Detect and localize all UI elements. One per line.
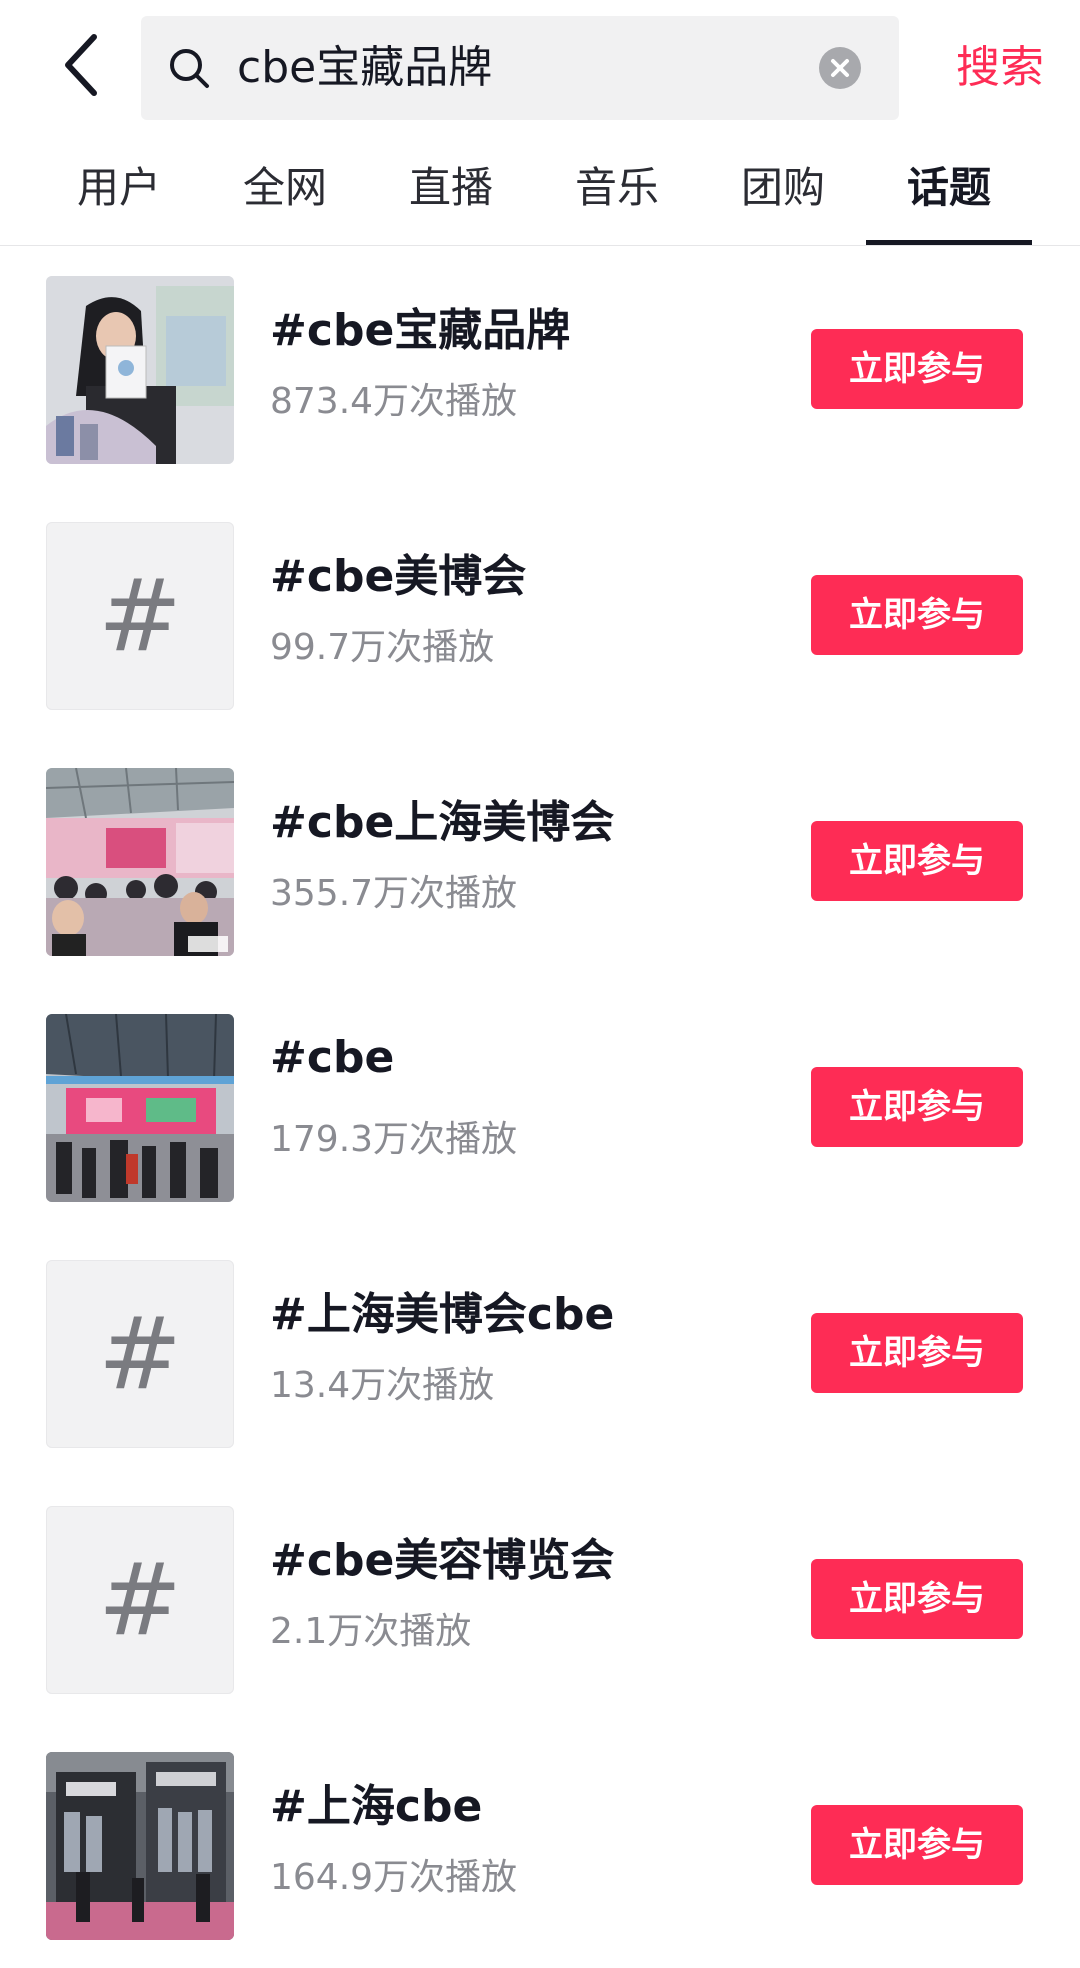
topic-title: #cbe美博会 [270, 551, 527, 602]
result-tabs: 用户 全网 直播 音乐 团购 话题 [0, 135, 1080, 246]
tab-music[interactable]: 音乐 [534, 135, 700, 245]
join-topic-button[interactable]: 立即参与 [811, 575, 1023, 655]
close-icon [831, 59, 849, 77]
search-query-text[interactable]: cbe宝藏品牌 [237, 16, 797, 120]
tab-live[interactable]: 直播 [368, 135, 534, 245]
join-topic-button[interactable]: 立即参与 [811, 821, 1023, 901]
topic-row[interactable]: #cbe上海美博会 355.7万次播放 立即参与 [0, 738, 1080, 984]
topic-row[interactable]: #上海cbe 164.9万次播放 立即参与 [0, 1722, 1080, 1968]
topic-row[interactable]: #cbe 179.3万次播放 立即参与 [0, 984, 1080, 1230]
join-topic-button[interactable]: 立即参与 [811, 1067, 1023, 1147]
search-icon [170, 49, 209, 88]
topic-thumbnail [46, 276, 234, 464]
topic-title: #上海cbe [270, 1781, 483, 1832]
tab-all[interactable]: 全网 [202, 135, 368, 245]
hashtag-icon: # [98, 557, 182, 674]
topic-title: #cbe美容博览会 [270, 1535, 615, 1586]
tab-label: 话题 [906, 163, 991, 212]
join-topic-button[interactable]: 立即参与 [811, 1805, 1023, 1885]
topic-title: #上海美博会cbe [270, 1289, 615, 1340]
topic-play-count: 179.3万次播放 [270, 1119, 518, 1160]
topic-thumbnail [46, 1752, 234, 1940]
hashtag-icon: # [98, 1295, 182, 1412]
join-topic-button[interactable]: 立即参与 [811, 329, 1023, 409]
search-header: cbe宝藏品牌 搜索 [0, 0, 1080, 135]
topic-title: #cbe宝藏品牌 [270, 305, 571, 356]
tab-label: 全网 [242, 163, 327, 212]
tab-label: 直播 [408, 163, 493, 212]
search-input[interactable]: cbe宝藏品牌 [141, 16, 899, 120]
back-button[interactable] [48, 30, 112, 100]
search-button[interactable]: 搜索 [940, 16, 1060, 120]
topic-play-count: 164.9万次播放 [270, 1857, 518, 1898]
hashtag-thumbnail: # [46, 1506, 234, 1694]
topic-play-count: 99.7万次播放 [270, 627, 495, 668]
tab-label: 音乐 [574, 163, 659, 212]
topic-play-count: 2.1万次播放 [270, 1611, 472, 1652]
topic-thumbnail [46, 1014, 234, 1202]
topic-list: #cbe宝藏品牌 873.4万次播放 立即参与 # #cbe美博会 99.7万次… [0, 246, 1080, 1940]
topic-row[interactable]: # #cbe美博会 99.7万次播放 立即参与 [0, 492, 1080, 738]
topic-row[interactable]: # #cbe美容博览会 2.1万次播放 立即参与 [0, 1476, 1080, 1722]
tab-label: 团购 [740, 163, 825, 212]
join-topic-button[interactable]: 立即参与 [811, 1559, 1023, 1639]
topic-thumbnail [46, 768, 234, 956]
chevron-left-icon [65, 34, 97, 96]
topic-play-count: 355.7万次播放 [270, 873, 518, 914]
topic-title: #cbe上海美博会 [270, 797, 615, 848]
active-tab-indicator [866, 240, 1032, 245]
topic-title: #cbe [270, 1032, 395, 1083]
topic-row[interactable]: #cbe宝藏品牌 873.4万次播放 立即参与 [0, 246, 1080, 492]
hashtag-icon: # [98, 1541, 182, 1658]
join-topic-button[interactable]: 立即参与 [811, 1313, 1023, 1393]
tab-topics[interactable]: 话题 [866, 135, 1032, 245]
tab-users[interactable]: 用户 [36, 135, 202, 245]
hashtag-thumbnail: # [46, 522, 234, 710]
clear-search-button[interactable] [819, 47, 861, 89]
topic-row[interactable]: # #上海美博会cbe 13.4万次播放 立即参与 [0, 1230, 1080, 1476]
topic-play-count: 13.4万次播放 [270, 1365, 495, 1406]
topic-play-count: 873.4万次播放 [270, 381, 518, 422]
hashtag-thumbnail: # [46, 1260, 234, 1448]
tab-group-buy[interactable]: 团购 [700, 135, 866, 245]
tab-label: 用户 [76, 163, 161, 212]
